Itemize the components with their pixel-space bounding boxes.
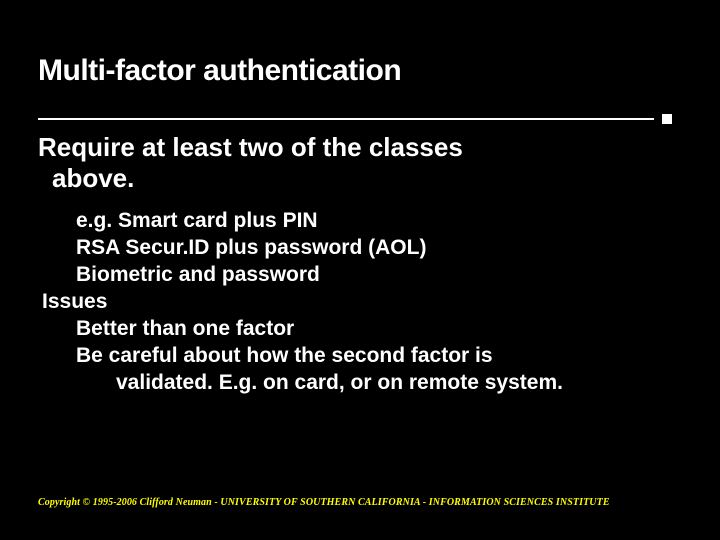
example-line-2: RSA Secur.ID plus password (AOL) [38, 235, 692, 262]
slide-body: Require at least two of the classes abov… [38, 132, 692, 397]
heading-line-2: above. [38, 163, 692, 194]
slide-title: Multi-factor authentication [38, 54, 682, 88]
issue-line-2b: validated. E.g. on card, or on remote sy… [38, 370, 692, 397]
slide: Multi-factor authentication Require at l… [0, 0, 720, 540]
heading-line-1: Require at least two of the classes [38, 132, 463, 162]
example-line-1: e.g. Smart card plus PIN [38, 208, 692, 235]
issue-line-1: Better than one factor [38, 316, 692, 343]
copyright-footer: Copyright © 1995-2006 Clifford Neuman - … [38, 497, 610, 508]
example-line-3: Biometric and password [38, 262, 692, 289]
issues-heading: Issues [38, 289, 692, 316]
issue-line-2a: Be careful about how the second factor i… [38, 343, 692, 370]
title-underline [38, 118, 654, 120]
body-heading: Require at least two of the classes abov… [38, 132, 692, 194]
